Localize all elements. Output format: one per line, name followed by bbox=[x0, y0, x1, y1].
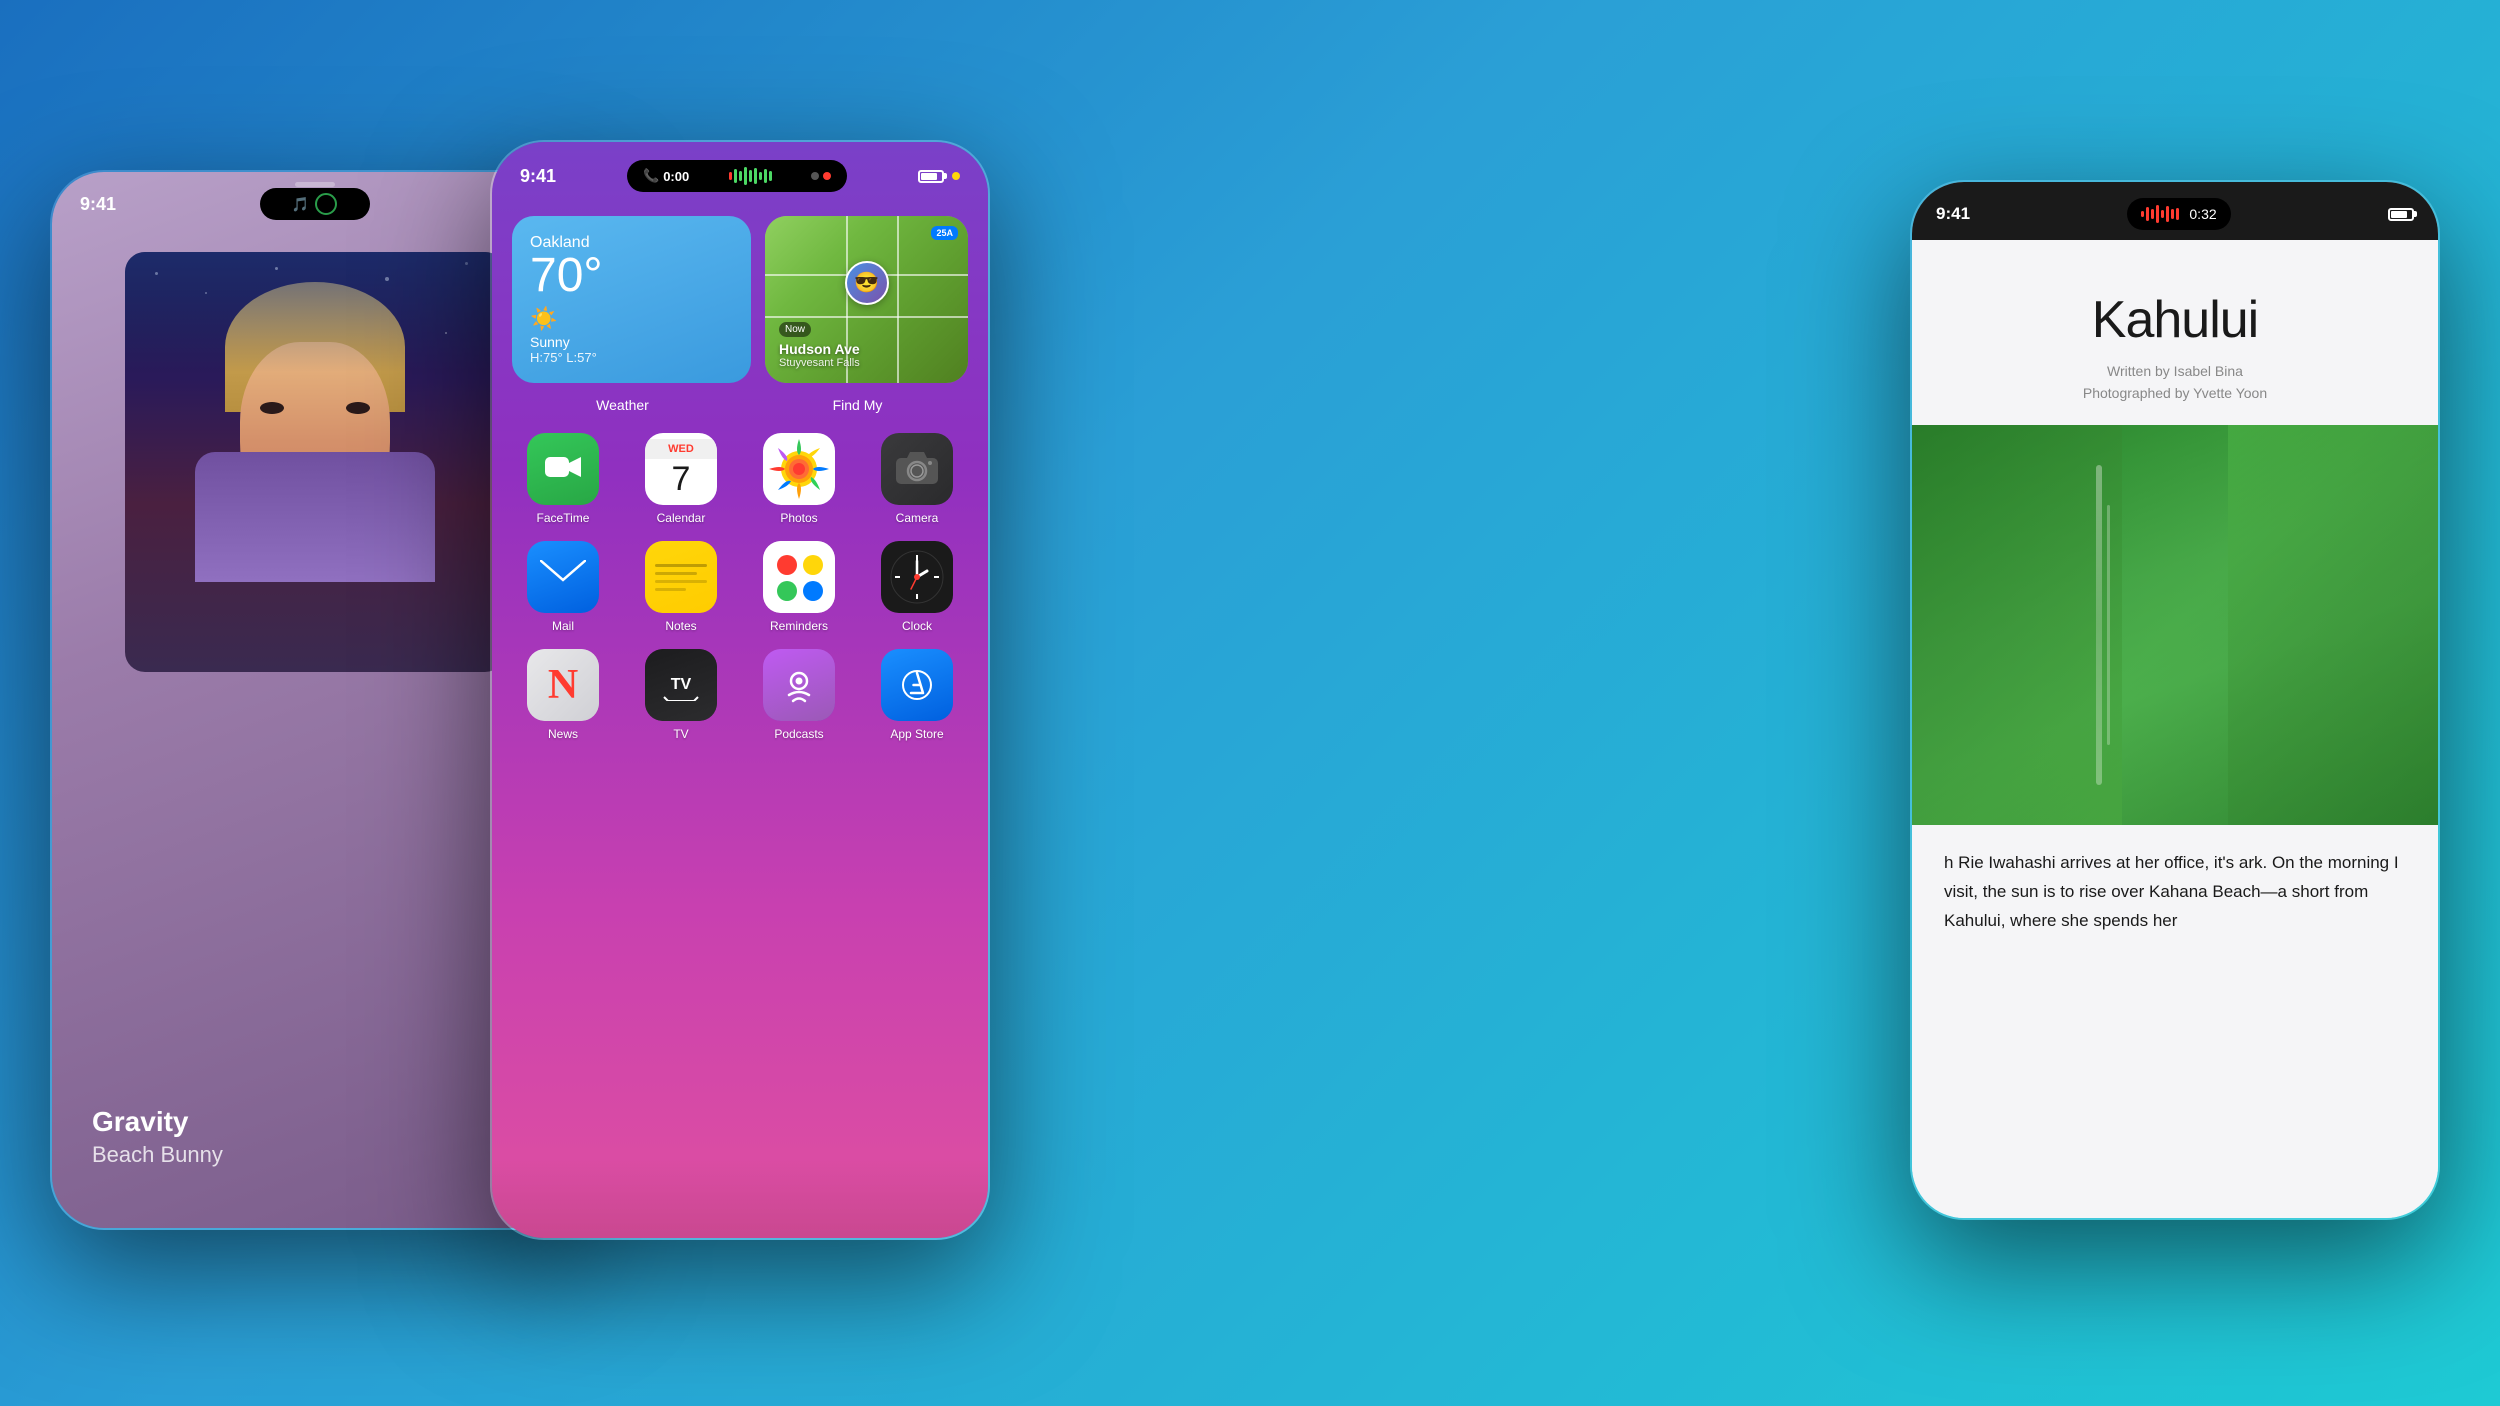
app-tv[interactable]: TV TV bbox=[630, 649, 732, 741]
phone-icon: 📞 bbox=[643, 168, 659, 184]
article-text: h Rie Iwahashi arrives at her office, it… bbox=[1944, 849, 2406, 936]
article-header: Kahului Written by Isabel Bina Photograp… bbox=[1912, 240, 2438, 425]
di-dot-indicator bbox=[823, 172, 831, 180]
app-mail[interactable]: Mail bbox=[512, 541, 614, 633]
weather-condition: Sunny bbox=[530, 334, 733, 350]
article-body-text: h Rie Iwahashi arrives at her office, it… bbox=[1944, 853, 2399, 930]
app-appstore[interactable]: App Store bbox=[866, 649, 968, 741]
song-title: Gravity bbox=[92, 1106, 223, 1138]
byline-line2: Photographed by Yvette Yoon bbox=[1952, 382, 2398, 404]
calendar-day: 7 bbox=[672, 459, 691, 500]
calendar-month: WED bbox=[645, 439, 717, 459]
mail-label: Mail bbox=[552, 619, 574, 633]
app-grid: FaceTime WED 7 Calendar bbox=[492, 413, 988, 741]
route-badge: 25A bbox=[931, 226, 958, 240]
photos-label: Photos bbox=[780, 511, 817, 525]
tv-icon: TV bbox=[645, 649, 717, 721]
music-info: Gravity Beach Bunny bbox=[92, 1106, 223, 1168]
di-status-right bbox=[811, 172, 831, 180]
findmy-label: Find My bbox=[747, 397, 968, 413]
app-podcasts[interactable]: Podcasts bbox=[748, 649, 850, 741]
news-article-container: Kahului Written by Isabel Bina Photograp… bbox=[1912, 240, 2438, 1218]
appstore-icon bbox=[881, 649, 953, 721]
right-phone-status-bar: 9:41 0:32 bbox=[1912, 182, 2438, 240]
news-icon: N bbox=[527, 649, 599, 721]
right-phone-time: 9:41 bbox=[1936, 204, 1970, 224]
sun-icon: ☀️ bbox=[530, 306, 733, 332]
battery-dot bbox=[952, 172, 960, 180]
article-title: Kahului bbox=[1952, 290, 2398, 350]
podcasts-icon bbox=[763, 649, 835, 721]
news-label: News bbox=[548, 727, 578, 741]
call-timer: 0:00 bbox=[663, 169, 689, 184]
center-phone: 9:41 📞 0:00 bbox=[490, 140, 990, 1240]
camera-icon bbox=[881, 433, 953, 505]
right-status-right bbox=[2388, 208, 2414, 221]
album-artwork bbox=[125, 252, 505, 672]
app-news[interactable]: N News bbox=[512, 649, 614, 741]
app-notes[interactable]: Notes bbox=[630, 541, 732, 633]
scroll-indicator bbox=[295, 182, 335, 187]
findmy-avatar: 😎 bbox=[845, 261, 889, 305]
right-battery-icon bbox=[2388, 208, 2414, 221]
left-phone-dynamic-island: 🎵 bbox=[260, 188, 370, 220]
right-di-waveform bbox=[2141, 204, 2179, 224]
findmy-city: Stuyvesant Falls bbox=[779, 357, 860, 369]
byline-line1: Written by Isabel Bina bbox=[1952, 360, 2398, 382]
di-waveform bbox=[699, 166, 801, 186]
app-photos[interactable]: Photos bbox=[748, 433, 850, 525]
facetime-icon bbox=[527, 433, 599, 505]
camera-label: Camera bbox=[896, 511, 939, 525]
widgets-area: Oakland 70° ☀️ Sunny H:75° L:57° 25A bbox=[492, 200, 988, 383]
app-clock[interactable]: Clock bbox=[866, 541, 968, 633]
findmy-street: Hudson Ave bbox=[779, 341, 860, 357]
ring-icon bbox=[315, 193, 337, 215]
podcasts-label: Podcasts bbox=[774, 727, 823, 741]
clock-icon bbox=[881, 541, 953, 613]
center-phone-time: 9:41 bbox=[520, 166, 556, 187]
right-di-timer: 0:32 bbox=[2189, 206, 2216, 222]
app-reminders[interactable]: Reminders bbox=[748, 541, 850, 633]
findmy-location: Now Hudson Ave Stuyvesant Falls bbox=[779, 319, 860, 369]
left-phone-time: 9:41 bbox=[80, 194, 116, 215]
center-dynamic-island: 📞 0:00 bbox=[627, 160, 847, 192]
tv-label: TV bbox=[673, 727, 688, 741]
weather-temp: 70° bbox=[530, 252, 733, 300]
dock-hint bbox=[492, 1158, 988, 1238]
facetime-label: FaceTime bbox=[537, 511, 590, 525]
weather-label: Weather bbox=[512, 397, 733, 413]
reminders-label: Reminders bbox=[770, 619, 828, 633]
calendar-label: Calendar bbox=[657, 511, 706, 525]
right-phone: 9:41 0:32 bbox=[1910, 180, 2440, 1220]
di-call-indicator: 📞 0:00 bbox=[643, 168, 689, 184]
mail-icon bbox=[527, 541, 599, 613]
reminders-icon bbox=[763, 541, 835, 613]
article-byline: Written by Isabel Bina Photographed by Y… bbox=[1952, 360, 2398, 405]
camera-icon bbox=[811, 172, 819, 180]
center-status-right bbox=[918, 170, 960, 183]
app-facetime[interactable]: FaceTime bbox=[512, 433, 614, 525]
article-body: h Rie Iwahashi arrives at her office, it… bbox=[1912, 825, 2438, 960]
notes-icon bbox=[645, 541, 717, 613]
appstore-label: App Store bbox=[890, 727, 943, 741]
findmy-widget[interactable]: 25A 😎 Now Hudson Ave Stuyvesant Falls bbox=[765, 216, 968, 383]
app-camera[interactable]: Camera bbox=[866, 433, 968, 525]
clock-label: Clock bbox=[902, 619, 932, 633]
article-image bbox=[1912, 425, 2438, 825]
now-badge: Now bbox=[779, 322, 811, 337]
weather-widget[interactable]: Oakland 70° ☀️ Sunny H:75° L:57° bbox=[512, 216, 751, 383]
battery-icon bbox=[918, 170, 944, 183]
right-dynamic-island: 0:32 bbox=[2127, 198, 2230, 230]
app-calendar[interactable]: WED 7 Calendar bbox=[630, 433, 732, 525]
notes-label: Notes bbox=[665, 619, 696, 633]
center-phone-status-bar: 9:41 📞 0:00 bbox=[492, 142, 988, 200]
weather-hi-lo: H:75° L:57° bbox=[530, 350, 733, 365]
widget-labels: Weather Find My bbox=[492, 383, 988, 413]
music-note-icon: 🎵 bbox=[292, 196, 309, 213]
calendar-icon: WED 7 bbox=[645, 433, 717, 505]
photos-icon bbox=[763, 433, 835, 505]
song-artist: Beach Bunny bbox=[92, 1142, 223, 1168]
svg-text:TV: TV bbox=[671, 676, 692, 693]
